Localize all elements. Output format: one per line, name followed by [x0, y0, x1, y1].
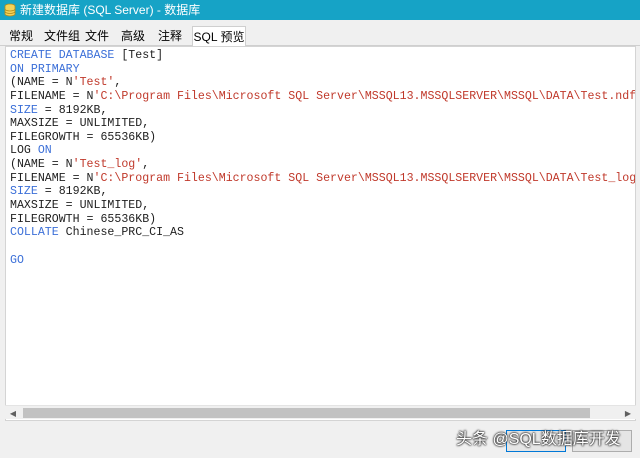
code-line: COLLATE Chinese_PRC_CI_AS [10, 226, 635, 240]
scroll-left-icon[interactable]: ◀ [5, 406, 21, 420]
title-bar: 新建数据库 (SQL Server) - 数据库 [0, 0, 640, 20]
sql-string: 'Test' [72, 76, 115, 90]
sql-text: MAXSIZE = UNLIMITED, [10, 199, 150, 213]
tab-strip: 常规 文件组 文件 高级 注释 SQL 预览 [0, 26, 640, 47]
sql-text: (NAME = N [10, 76, 73, 90]
code-line: FILEGROWTH = 65536KB) [10, 212, 635, 227]
sql-text: [Test] [114, 49, 164, 62]
code-line: (NAME = N'Test', [10, 76, 635, 90]
sql-text: , [142, 158, 150, 172]
sql-text: = 8192KB, [37, 185, 108, 199]
sql-keyword: ON PRIMARY [10, 62, 80, 76]
code-line: CREATE DATABASE [Test] [10, 49, 635, 63]
code-line: FILEGROWTH = 65536KB) [10, 130, 635, 145]
code-line: SIZE = 8192KB, [10, 103, 635, 118]
tab-filegroups[interactable]: 文件组 [44, 26, 80, 46]
tab-advanced[interactable]: 高级 [120, 26, 146, 46]
sql-text: MAXSIZE = UNLIMITED, [10, 117, 150, 131]
sql-keyword: SIZE [10, 103, 38, 117]
sql-string: 'C:\Program Files\Microsoft SQL Server\M… [93, 89, 636, 103]
sql-string: 'Test_log' [72, 158, 143, 172]
code-line: MAXSIZE = UNLIMITED, [10, 117, 635, 131]
tab-comment[interactable]: 注释 [157, 26, 183, 46]
sql-text: FILEGROWTH = 65536KB) [10, 212, 157, 226]
sql-text: FILENAME = N [10, 89, 94, 103]
code-line: MAXSIZE = UNLIMITED, [10, 199, 635, 213]
window-title: 新建数据库 (SQL Server) - 数据库 [20, 3, 201, 17]
sql-keyword: GO [10, 253, 24, 267]
sql-preview-editor[interactable]: CREATE DATABASE [Test] ON PRIMARY (NAME = … [5, 46, 636, 421]
cancel-button[interactable] [572, 430, 632, 452]
sql-text: FILEGROWTH = 65536KB) [10, 130, 157, 144]
sql-text: FILENAME = N [10, 171, 94, 185]
horizontal-scrollbar[interactable]: ◀ ▶ [5, 405, 636, 419]
sql-keyword: CREATE DATABASE [10, 49, 115, 62]
scrollbar-thumb[interactable] [23, 408, 590, 418]
tab-general[interactable]: 常规 [8, 26, 34, 46]
sql-code: CREATE DATABASE [Test] ON PRIMARY (NAME = … [10, 49, 636, 268]
sql-text: (NAME = N [10, 158, 73, 172]
code-line: LOG ON [10, 144, 635, 158]
ok-button[interactable] [506, 430, 566, 452]
sql-keyword: COLLATE [10, 226, 59, 240]
code-line: GO [10, 253, 635, 268]
tab-sql-preview[interactable]: SQL 预览 [192, 26, 246, 47]
code-line: FILENAME = N'C:\Program Files\Microsoft … [10, 89, 636, 104]
database-icon [0, 0, 20, 20]
sql-keyword: ON [37, 144, 52, 158]
code-line: (NAME = N'Test_log', [10, 158, 635, 172]
code-line: SIZE = 8192KB, [10, 185, 635, 199]
sql-text: LOG [10, 144, 38, 158]
sql-text: = 8192KB, [37, 103, 108, 117]
tab-files[interactable]: 文件 [84, 26, 110, 46]
code-line: ON PRIMARY [10, 62, 635, 77]
code-line: FILENAME = N'C:\Program Files\Microsoft … [10, 171, 636, 186]
sql-text: , [114, 76, 122, 90]
sql-text: Chinese_PRC_CI_AS [58, 226, 184, 240]
sql-string: 'C:\Program Files\Microsoft SQL Server\M… [93, 171, 636, 185]
sql-keyword: SIZE [10, 185, 38, 199]
scroll-right-icon[interactable]: ▶ [620, 406, 636, 420]
